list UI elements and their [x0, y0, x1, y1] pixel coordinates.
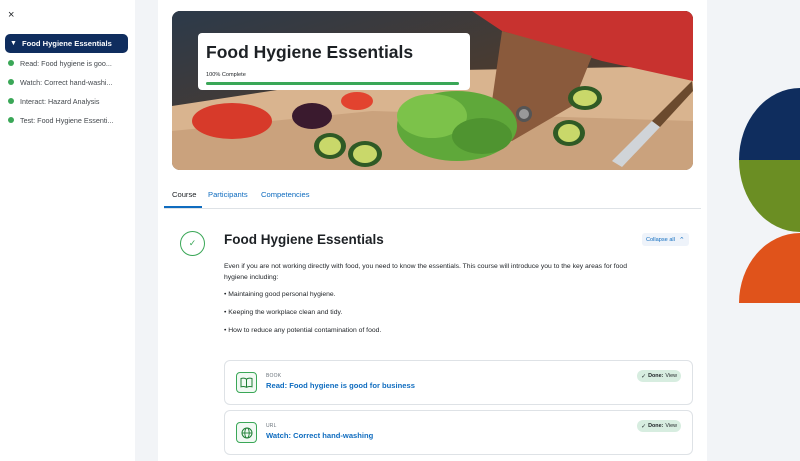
- globe-icon: [236, 422, 257, 443]
- complete-dot-icon: [8, 98, 14, 104]
- sidebar-section-label: Food Hygiene Essentials: [21, 39, 112, 48]
- bullet-item: • Keeping the workplace clean and tidy.: [224, 309, 343, 316]
- complete-dot-icon: [8, 60, 14, 66]
- activity-type-label: BOOK: [266, 373, 282, 379]
- sidebar-item-label: Read: Food hygiene is goo...: [20, 58, 112, 68]
- close-drawer-button[interactable]: ×: [8, 9, 14, 21]
- sidebar-item-watch[interactable]: Watch: Correct hand-washi...: [8, 76, 132, 88]
- tab-course[interactable]: Course: [172, 190, 196, 199]
- activity-link[interactable]: Read: Food hygiene is good for business: [266, 381, 415, 390]
- chevron-down-icon: ▼: [10, 40, 17, 47]
- course-hero-image: Food Hygiene Essentials 100% Complete: [172, 11, 693, 170]
- book-icon: [236, 372, 257, 393]
- completion-status-badge: ✓ Done: View: [637, 370, 681, 382]
- tab-participants[interactable]: Participants: [208, 190, 248, 199]
- done-label: Done:: [648, 373, 664, 379]
- course-title-card: Food Hygiene Essentials 100% Complete: [198, 33, 470, 90]
- progress-bar-fill: [206, 82, 459, 85]
- activity-link[interactable]: Watch: Correct hand-washing: [266, 431, 373, 440]
- bullet-item: • Maintaining good personal hygiene.: [224, 291, 336, 298]
- bullet-item: • How to reduce any potential contaminat…: [224, 327, 382, 334]
- done-view-label: View: [665, 373, 677, 379]
- activity-card-book: BOOK Read: Food hygiene is good for busi…: [224, 360, 693, 405]
- activity-card-url: URL Watch: Correct hand-washing ✓ Done: …: [224, 410, 693, 455]
- course-tabs: Course Participants Competencies: [164, 183, 701, 209]
- section-title: Food Hygiene Essentials: [224, 232, 384, 247]
- course-main-region: Food Hygiene Essentials 100% Complete Co…: [158, 0, 707, 461]
- complete-dot-icon: [8, 79, 14, 85]
- collapse-all-button[interactable]: Collapse all ⌃: [642, 233, 689, 246]
- sidebar-section-food-hygiene[interactable]: ▼ Food Hygiene Essentials: [5, 34, 128, 53]
- activity-type-label: URL: [266, 423, 277, 429]
- check-icon: ✓: [641, 423, 647, 430]
- sidebar-item-interact[interactable]: Interact: Hazard Analysis: [8, 95, 132, 107]
- course-title: Food Hygiene Essentials: [206, 42, 414, 62]
- check-icon: ✓: [641, 373, 647, 380]
- progress-bar: [206, 82, 459, 85]
- done-view-label: View: [665, 423, 677, 429]
- complete-dot-icon: [8, 117, 14, 123]
- active-tab-indicator: [164, 206, 202, 208]
- tab-competencies[interactable]: Competencies: [261, 190, 310, 199]
- progress-label: 100% Complete: [206, 72, 246, 78]
- sidebar-item-test[interactable]: Test: Food Hygiene Essenti...: [8, 114, 132, 126]
- done-label: Done:: [648, 423, 664, 429]
- course-index-drawer: × ▼ Food Hygiene Essentials Read: Food h…: [0, 0, 135, 461]
- chevron-up-icon: ⌃: [678, 236, 685, 244]
- section-description: Even if you are not working directly wit…: [224, 263, 627, 281]
- sidebar-item-label: Watch: Correct hand-washi...: [20, 77, 113, 87]
- completion-status-badge: ✓ Done: View: [637, 420, 681, 432]
- sidebar-item-label: Test: Food Hygiene Essenti...: [20, 115, 114, 125]
- decorative-shapes: [739, 88, 800, 303]
- sidebar-item-read[interactable]: Read: Food hygiene is goo...: [8, 57, 132, 69]
- sidebar-item-label: Interact: Hazard Analysis: [20, 96, 100, 106]
- section-complete-check-icon: ✓: [180, 231, 205, 256]
- collapse-all-label: Collapse all: [646, 236, 675, 243]
